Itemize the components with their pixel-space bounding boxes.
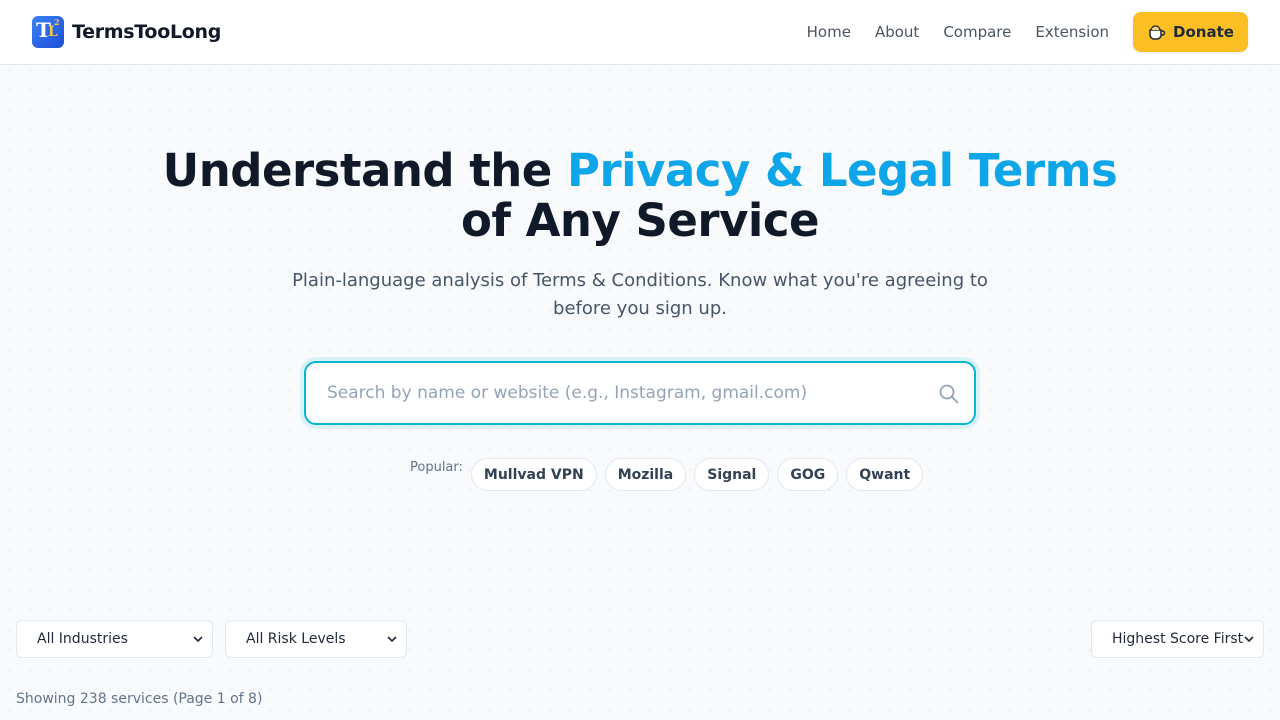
sort-select[interactable]: Highest Score First: [1091, 620, 1264, 658]
nav-about[interactable]: About: [875, 23, 919, 41]
nav-home[interactable]: Home: [807, 23, 851, 41]
site-header: T L 2 TermsTooLong Home About Compare Ex…: [0, 0, 1280, 65]
results-count: Showing 238 services (Page 1 of 8): [16, 691, 263, 707]
popular-label: Popular:: [410, 460, 463, 475]
main-nav: Home About Compare Extension Donate: [807, 12, 1248, 52]
logo-icon: T L 2: [32, 16, 64, 48]
donate-label: Donate: [1173, 23, 1234, 41]
donate-button[interactable]: Donate: [1133, 12, 1248, 52]
popular-chip-mullvad-vpn[interactable]: Mullvad VPN: [470, 458, 597, 491]
hero-title: Understand the Privacy & Legal Terms of …: [162, 144, 1118, 247]
industry-select[interactable]: All Industries: [16, 620, 213, 658]
sort-select-value: Highest Score First: [1112, 631, 1244, 647]
search-icon[interactable]: [938, 383, 960, 405]
popular-chip-qwant[interactable]: Qwant: [846, 458, 924, 491]
popular-chip-mozilla[interactable]: Mozilla: [604, 458, 687, 491]
hero-title-accent: Privacy & Legal Terms: [566, 144, 1118, 197]
chevron-down-icon: [1244, 636, 1254, 643]
risk-level-select-value: All Risk Levels: [246, 631, 346, 647]
chevron-down-icon: [193, 636, 203, 643]
risk-level-select[interactable]: All Risk Levels: [225, 620, 407, 658]
brand-name: TermsTooLong: [72, 21, 222, 43]
nav-extension[interactable]: Extension: [1035, 23, 1109, 41]
search-input[interactable]: [306, 363, 916, 423]
popular-chip-signal[interactable]: Signal: [694, 458, 770, 491]
industry-select-value: All Industries: [37, 631, 128, 647]
nav-compare[interactable]: Compare: [943, 23, 1011, 41]
hero-subtitle: Plain-language analysis of Terms & Condi…: [292, 270, 988, 319]
popular-chip-gog[interactable]: GOG: [777, 458, 839, 491]
popular-services: Popular: Mullvad VPN Mozilla Signal GOG …: [410, 458, 931, 491]
coffee-cup-icon: [1149, 25, 1166, 40]
chevron-down-icon: [387, 636, 397, 643]
brand-logo[interactable]: T L 2 TermsTooLong: [32, 16, 221, 48]
search-box: [304, 361, 976, 425]
